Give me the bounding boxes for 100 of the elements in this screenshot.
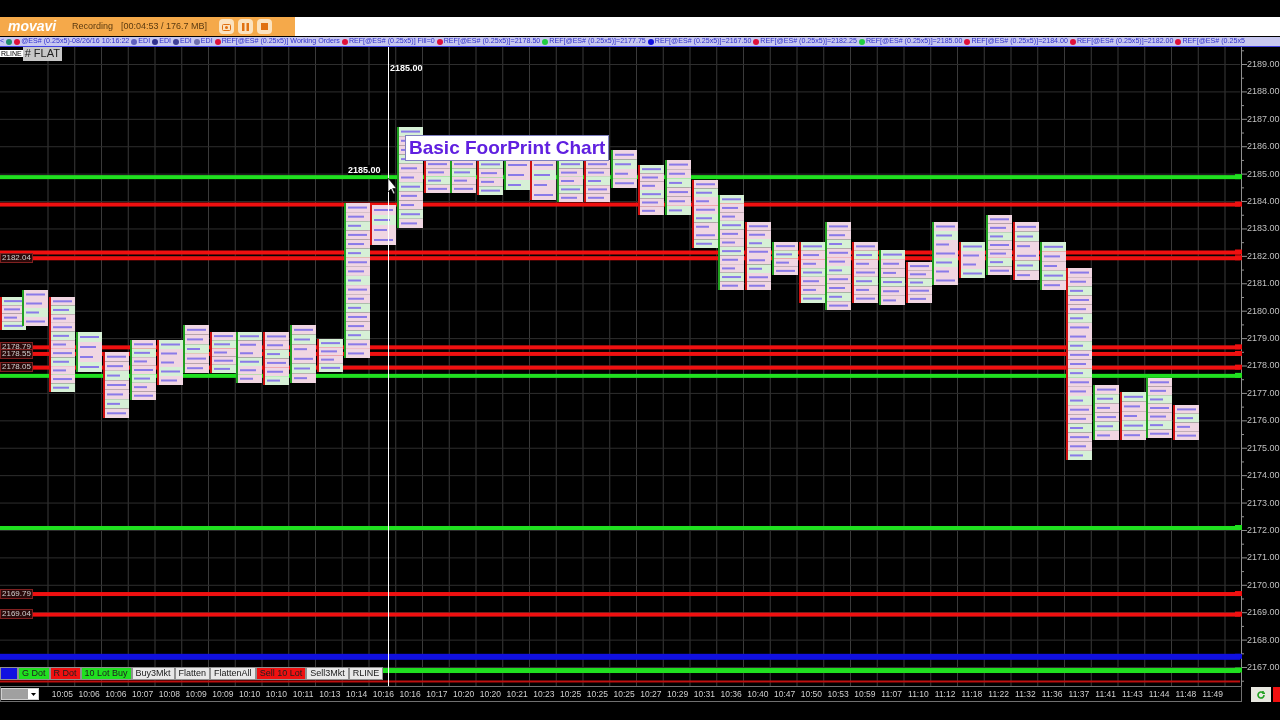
footprint-bar bbox=[504, 160, 530, 190]
price-axis-label: 2184.00 bbox=[1247, 195, 1280, 208]
price-label: 2185.00 bbox=[348, 165, 381, 175]
level-label: 2169.04 bbox=[0, 609, 33, 620]
footprint-bar bbox=[477, 160, 503, 195]
footprint-bar bbox=[1120, 392, 1146, 440]
footprint-bar bbox=[157, 340, 183, 385]
time-axis-label: 10:20 bbox=[452, 687, 476, 701]
time-axis-label: 10:40 bbox=[746, 687, 770, 701]
price-axis-label: 2186.00 bbox=[1247, 140, 1280, 153]
time-axis-label: 11:49 bbox=[1201, 687, 1224, 701]
price-axis-label: 2182.00 bbox=[1247, 249, 1280, 262]
price-axis-label: 2189.00 bbox=[1247, 58, 1280, 70]
footprint-bar bbox=[530, 160, 556, 200]
screenshot-button[interactable] bbox=[219, 19, 235, 34]
order-button[interactable]: Sell 10 Lot bbox=[255, 667, 307, 680]
footprint-bar bbox=[183, 325, 209, 373]
time-axis-label: 11:12 bbox=[933, 687, 957, 701]
footprint-bar bbox=[611, 150, 637, 188]
camera-icon bbox=[222, 22, 232, 31]
order-button[interactable]: RLINE bbox=[348, 667, 384, 680]
time-axis-label: 10:16 bbox=[398, 687, 422, 701]
dropdown-field[interactable] bbox=[1, 688, 39, 700]
time-axis-label: 10:10 bbox=[264, 687, 288, 701]
order-button[interactable]: Buy3Mkt bbox=[131, 667, 175, 680]
time-axis-label: 10:20 bbox=[478, 687, 502, 701]
order-button[interactable]: 10 Lot Buy bbox=[80, 667, 132, 680]
price-axis-label: 2183.00 bbox=[1247, 222, 1280, 235]
footprint-bar bbox=[692, 180, 718, 248]
level-marker bbox=[1235, 667, 1242, 673]
time-axis-label: 10:25 bbox=[612, 687, 636, 701]
order-button[interactable] bbox=[0, 667, 18, 680]
time-axis-label: 11:48 bbox=[1174, 687, 1198, 701]
time-axis-label: 11:32 bbox=[1014, 687, 1037, 701]
time-axis-label: 10:21 bbox=[505, 687, 529, 701]
cursor-icon bbox=[387, 177, 397, 195]
order-button[interactable]: R Dot bbox=[49, 667, 81, 680]
time-axis-label: 10:36 bbox=[719, 687, 743, 701]
footprint-bar bbox=[450, 160, 476, 193]
level-marker bbox=[1235, 201, 1242, 207]
time-axis-label: 10:09 bbox=[211, 687, 235, 701]
app-logo: movavi bbox=[8, 17, 58, 36]
price-axis-label: 2188.00 bbox=[1247, 85, 1280, 98]
stop-button[interactable] bbox=[257, 19, 273, 34]
time-axis-label: 10:53 bbox=[826, 687, 850, 701]
price-axis-label: 2176.00 bbox=[1247, 414, 1280, 427]
level-marker bbox=[1235, 174, 1242, 180]
time-axis-label: 11:37 bbox=[1067, 687, 1091, 701]
time-axis-label: 10:13 bbox=[318, 687, 342, 701]
pause-button[interactable] bbox=[238, 19, 254, 34]
time-axis-label: 10:07 bbox=[131, 687, 155, 701]
order-button[interactable]: Sell3Mkt bbox=[306, 667, 349, 680]
time-axis-label: 10:16 bbox=[371, 687, 395, 701]
level-marker bbox=[1235, 611, 1242, 617]
level-marker bbox=[1235, 653, 1242, 659]
time-axis-label: 11:36 bbox=[1040, 687, 1064, 701]
time-axis-label: 10:10 bbox=[238, 687, 262, 701]
refresh-button[interactable] bbox=[1251, 687, 1271, 702]
price-axis-label: 2178.00 bbox=[1247, 359, 1280, 372]
time-axis-label: 10:11 bbox=[291, 687, 315, 701]
time-axis-label: 11:07 bbox=[880, 687, 903, 701]
price-axis-label: 2173.00 bbox=[1247, 496, 1280, 509]
time-axis-label: 10:27 bbox=[639, 687, 663, 701]
time-axis-label: 10:17 bbox=[425, 687, 449, 701]
footprint-bar bbox=[557, 160, 583, 202]
footprint-bar bbox=[263, 332, 289, 385]
time-axis-label: 10:47 bbox=[773, 687, 797, 701]
level-label: 2182.04 bbox=[0, 253, 33, 263]
footprint-bar bbox=[584, 160, 610, 202]
order-button[interactable]: FlattenAll bbox=[210, 667, 256, 680]
price-axis-label: 2181.00 bbox=[1247, 277, 1280, 290]
recording-status: Recording bbox=[72, 19, 114, 33]
caret-icon bbox=[30, 692, 36, 696]
price-axis-label: 2168.00 bbox=[1247, 633, 1280, 646]
price-axis-label: 2187.00 bbox=[1247, 112, 1280, 125]
price-axis-label: 2167.00 bbox=[1247, 660, 1280, 673]
time-axis-label: 10:25 bbox=[585, 687, 609, 701]
footprint-bar bbox=[665, 160, 691, 215]
price-label: 2185.00 bbox=[390, 62, 423, 75]
time-axis-label: 10:05 bbox=[50, 687, 74, 701]
footprint-bar bbox=[1013, 222, 1039, 280]
time-axis-label: 11:43 bbox=[1121, 687, 1144, 701]
level-marker bbox=[1235, 525, 1242, 530]
time-axis-label: 10:29 bbox=[666, 687, 690, 701]
time-axis-label: 11:10 bbox=[907, 687, 930, 701]
price-axis-label: 2174.00 bbox=[1247, 469, 1280, 482]
time-axis-label: 10:59 bbox=[853, 687, 877, 701]
price-axis-label: 2177.00 bbox=[1247, 386, 1280, 399]
footprint-bar bbox=[210, 332, 236, 373]
order-button[interactable]: Flatten bbox=[174, 667, 211, 680]
footprint-bar bbox=[236, 332, 262, 383]
time-axis-label: 11:18 bbox=[960, 687, 984, 701]
time-axis-label: 10:09 bbox=[184, 687, 208, 701]
order-button[interactable]: G Dot bbox=[18, 667, 50, 680]
price-axis-label: 2169.00 bbox=[1247, 606, 1280, 619]
time-axis-label: 10:31 bbox=[692, 687, 716, 701]
price-axis-label: 2180.00 bbox=[1247, 304, 1280, 317]
price-axis-label: 2179.00 bbox=[1247, 332, 1280, 345]
time-axis-label: 10:14 bbox=[345, 687, 369, 701]
mode-label: # FLAT bbox=[22, 47, 62, 61]
